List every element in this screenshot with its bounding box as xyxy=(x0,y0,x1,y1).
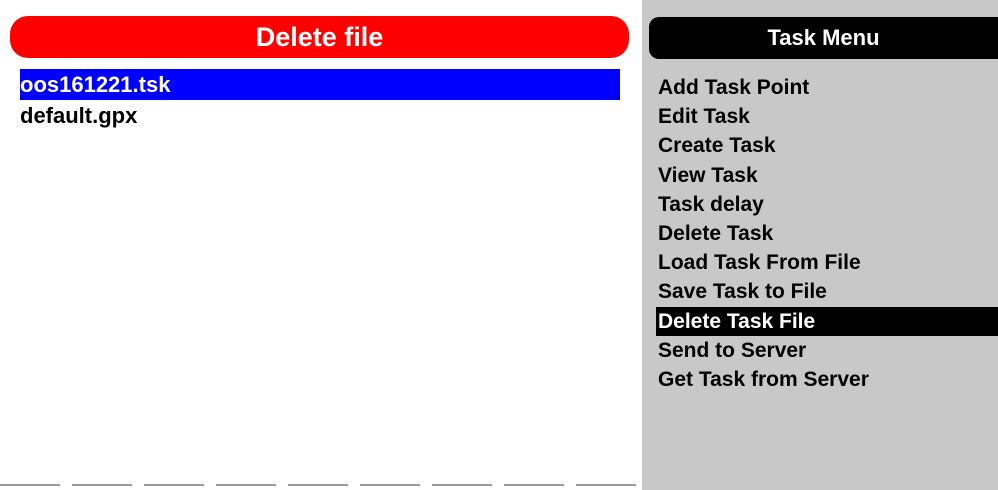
menu-item-send-to-server[interactable]: Send to Server xyxy=(656,336,998,365)
file-list: oos161221.tsk default.gpx xyxy=(20,69,620,131)
task-menu-panel: Task Menu Add Task Point Edit Task Creat… xyxy=(642,0,998,490)
menu-item-task-delay[interactable]: Task delay xyxy=(656,190,998,219)
menu-item-delete-task-file[interactable]: Delete Task File xyxy=(656,306,998,336)
menu-item-create-task[interactable]: Create Task xyxy=(656,131,998,160)
menu-item-view-task[interactable]: View Task xyxy=(656,161,998,190)
delete-file-panel: Delete file oos161221.tsk default.gpx xyxy=(0,0,642,490)
menu-item-add-task-point[interactable]: Add Task Point xyxy=(656,73,998,102)
bottom-divider xyxy=(0,484,642,486)
task-menu-list: Add Task Point Edit Task Create Task Vie… xyxy=(656,73,998,394)
file-item-default-gpx[interactable]: default.gpx xyxy=(20,100,620,131)
menu-item-delete-task[interactable]: Delete Task xyxy=(656,219,998,248)
menu-item-get-task-from-server[interactable]: Get Task from Server xyxy=(656,365,998,394)
menu-item-edit-task[interactable]: Edit Task xyxy=(656,102,998,131)
menu-item-load-task-from-file[interactable]: Load Task From File xyxy=(656,248,998,277)
delete-file-title: Delete file xyxy=(10,16,629,58)
device-screen: Delete file oos161221.tsk default.gpx Ta… xyxy=(0,0,998,490)
task-menu-title: Task Menu xyxy=(649,17,998,59)
menu-item-save-task-to-file[interactable]: Save Task to File xyxy=(656,277,998,306)
file-item-oos161221-tsk[interactable]: oos161221.tsk xyxy=(20,69,620,100)
